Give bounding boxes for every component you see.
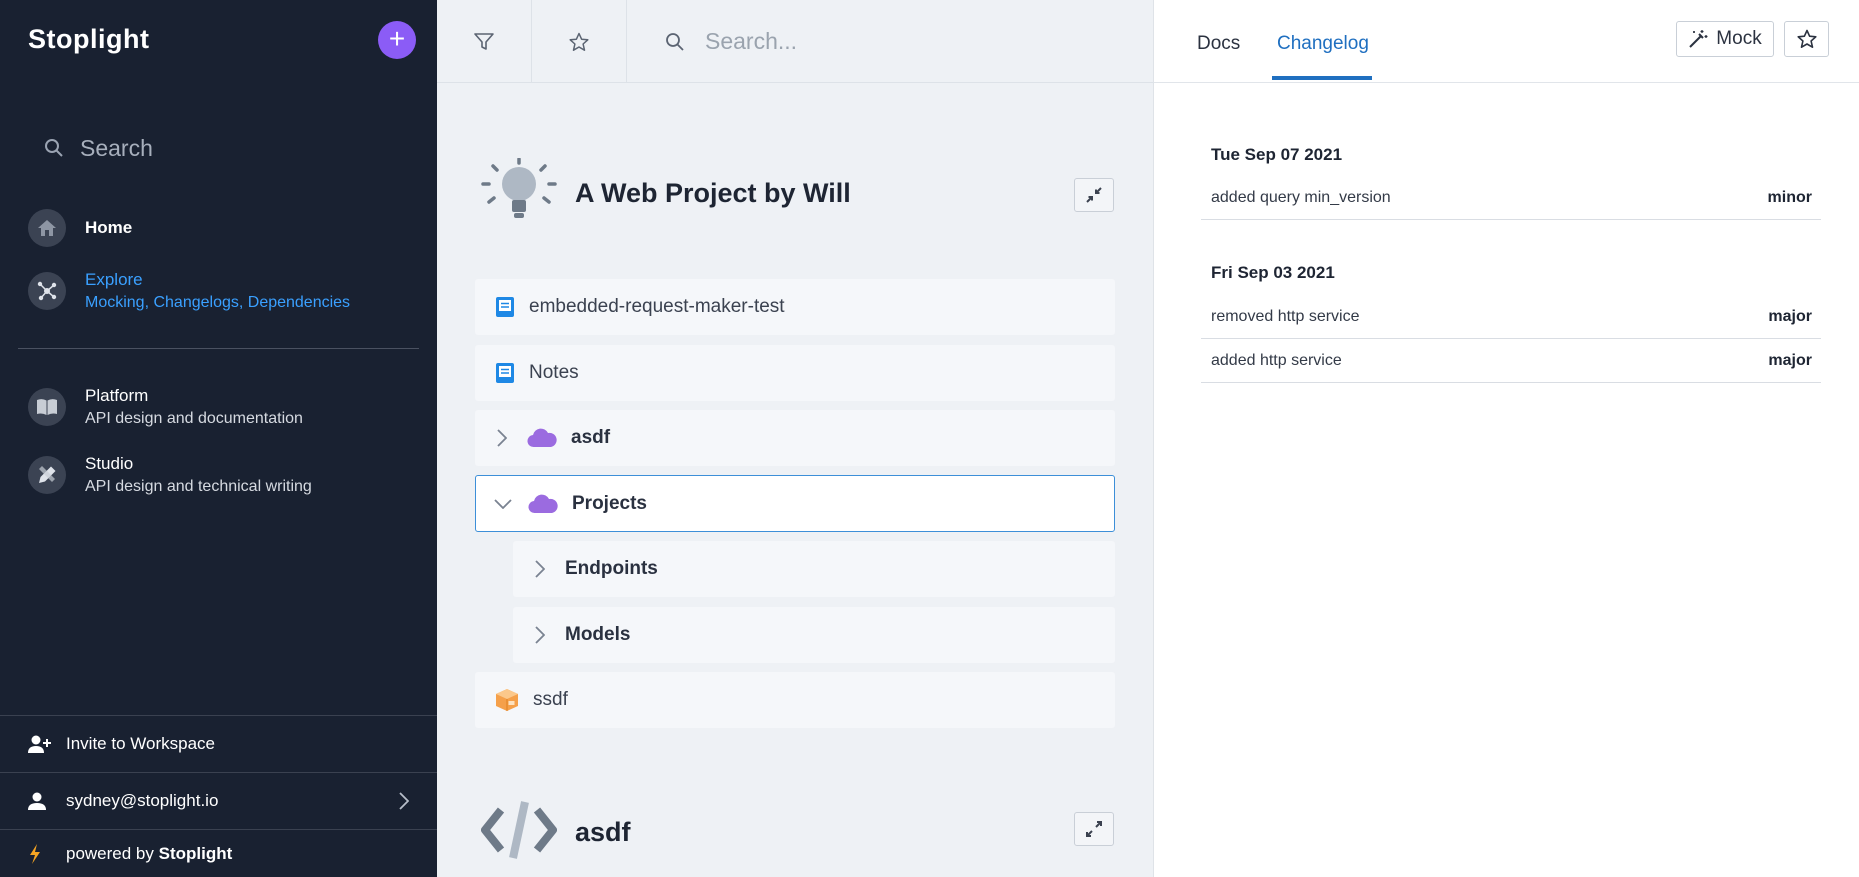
sidebar-search-label: Search [80, 134, 153, 161]
sidebar-item-sublabel: API design and documentation [85, 410, 303, 427]
tree-item-endpoints[interactable]: Endpoints [513, 541, 1115, 597]
sidebar-item-label: Platform [85, 386, 149, 405]
tree-item-label: Models [565, 624, 631, 645]
tree-item-label: Endpoints [565, 558, 658, 579]
user-menu[interactable]: sydney@stoplight.io [0, 772, 437, 829]
network-icon [28, 272, 66, 310]
sidebar-item-label: Explore [85, 270, 143, 289]
changelog-entry: removed http service major [1201, 295, 1821, 339]
chevron-right-icon[interactable] [529, 560, 551, 578]
chevron-right-icon [399, 792, 409, 810]
changelog-entry-level: minor [1767, 188, 1812, 206]
package-icon [495, 688, 519, 712]
star-icon [1796, 29, 1817, 48]
changelog-panel: Docs Changelog Mock Tue Sep 07 2021 adde… [1153, 0, 1859, 877]
tree-search[interactable] [627, 0, 1103, 83]
book-icon [495, 296, 515, 318]
home-icon [28, 209, 66, 247]
tab-docs[interactable]: Docs [1197, 33, 1240, 55]
compress-icon [1086, 187, 1102, 203]
sidebar-item-platform[interactable]: Platform API design and documentation [28, 386, 303, 430]
project-title: asdf [575, 817, 631, 847]
project-title: A Web Project by Will [575, 178, 851, 208]
filter-button[interactable] [437, 0, 532, 83]
active-tab-indicator [1272, 76, 1372, 80]
book-icon [28, 388, 66, 426]
book-icon [495, 362, 515, 384]
tree-item-ssdf[interactable]: ssdf [475, 672, 1115, 728]
tree-item-projects[interactable]: Projects [475, 475, 1115, 532]
favorite-button[interactable] [1784, 21, 1829, 57]
chevron-right-icon[interactable] [529, 626, 551, 644]
powered-by[interactable]: powered by Stoplight [0, 829, 437, 877]
changelog-entry: added http service major [1201, 339, 1821, 383]
sidebar-item-explore[interactable]: Explore Mocking, Changelogs, Dependencie… [28, 270, 351, 314]
filter-icon [474, 32, 494, 50]
expand-project-button[interactable] [1074, 812, 1114, 846]
tree-item-embedded-request-maker-test[interactable]: embedded-request-maker-test [475, 279, 1115, 335]
sidebar-item-home[interactable]: Home [28, 209, 132, 247]
tree-item-notes[interactable]: Notes [475, 345, 1115, 401]
changelog-entry: added query min_version minor [1201, 176, 1821, 220]
changelog-entry-text: removed http service [1211, 307, 1360, 325]
cloud-icon [528, 494, 558, 514]
changelog-entry-level: major [1768, 307, 1812, 325]
magic-wand-icon [1689, 30, 1708, 48]
changelog-entry-text: added http service [1211, 351, 1342, 369]
sidebar-item-label: Home [85, 218, 133, 237]
changelog-date: Fri Sep 03 2021 [1211, 263, 1335, 282]
search-icon [666, 32, 684, 51]
sidebar: Stoplight + Search Home Explore Mocking,… [0, 0, 437, 877]
cloud-icon [527, 428, 557, 448]
chevron-right-icon[interactable] [491, 429, 513, 447]
changelog-date: Tue Sep 07 2021 [1211, 145, 1343, 164]
tree-item-label: embedded-request-maker-test [529, 296, 785, 317]
collapse-project-button[interactable] [1074, 178, 1114, 212]
tree-search-input[interactable] [703, 27, 1103, 56]
project-header: A Web Project by Will [481, 157, 851, 229]
tree-toolbar [437, 0, 1153, 83]
mock-label: Mock [1716, 28, 1762, 49]
user-icon [28, 791, 52, 811]
project-tree-panel: A Web Project by Will embedded-request-m… [437, 0, 1153, 877]
doc-tabs: Docs Changelog Mock [1154, 0, 1859, 83]
sidebar-item-sublabel: Mocking, Changelogs, Dependencies [85, 294, 351, 311]
tree-item-label: asdf [571, 427, 611, 448]
powered-by-brand: Stoplight [158, 843, 233, 863]
sidebar-divider [18, 348, 419, 349]
code-icon [481, 800, 557, 865]
changelog-entry-level: major [1768, 351, 1812, 369]
tree-item-label: Notes [529, 362, 579, 383]
invite-to-workspace[interactable]: Invite to Workspace [0, 715, 437, 772]
user-email: sydney@stoplight.io [66, 791, 219, 810]
add-button[interactable]: + [378, 21, 416, 59]
tree-item-label: ssdf [533, 689, 568, 710]
chevron-down-icon[interactable] [492, 498, 514, 509]
sidebar-item-sublabel: API design and technical writing [85, 478, 312, 495]
lightbulb-icon [481, 157, 557, 229]
star-icon [569, 32, 589, 51]
sidebar-item-label: Studio [85, 454, 134, 473]
add-user-icon [28, 734, 52, 754]
project-header: asdf [481, 800, 631, 865]
tree-item-models[interactable]: Models [513, 607, 1115, 663]
pen-ruler-icon [28, 456, 66, 494]
search-icon [45, 139, 63, 157]
tab-changelog[interactable]: Changelog [1277, 33, 1369, 55]
sidebar-search[interactable]: Search [44, 132, 153, 164]
changelog-entry-text: added query min_version [1211, 188, 1391, 206]
powered-by-prefix: powered by [66, 843, 159, 863]
tree-item-asdf[interactable]: asdf [475, 410, 1115, 466]
favorites-button[interactable] [532, 0, 627, 83]
lightning-icon [28, 843, 52, 864]
app-logo[interactable]: Stoplight [28, 24, 149, 55]
sidebar-item-studio[interactable]: Studio API design and technical writing [28, 454, 312, 498]
expand-icon [1086, 821, 1102, 837]
mock-button[interactable]: Mock [1676, 21, 1774, 57]
invite-label: Invite to Workspace [66, 734, 215, 753]
tree-item-label: Projects [572, 492, 647, 514]
